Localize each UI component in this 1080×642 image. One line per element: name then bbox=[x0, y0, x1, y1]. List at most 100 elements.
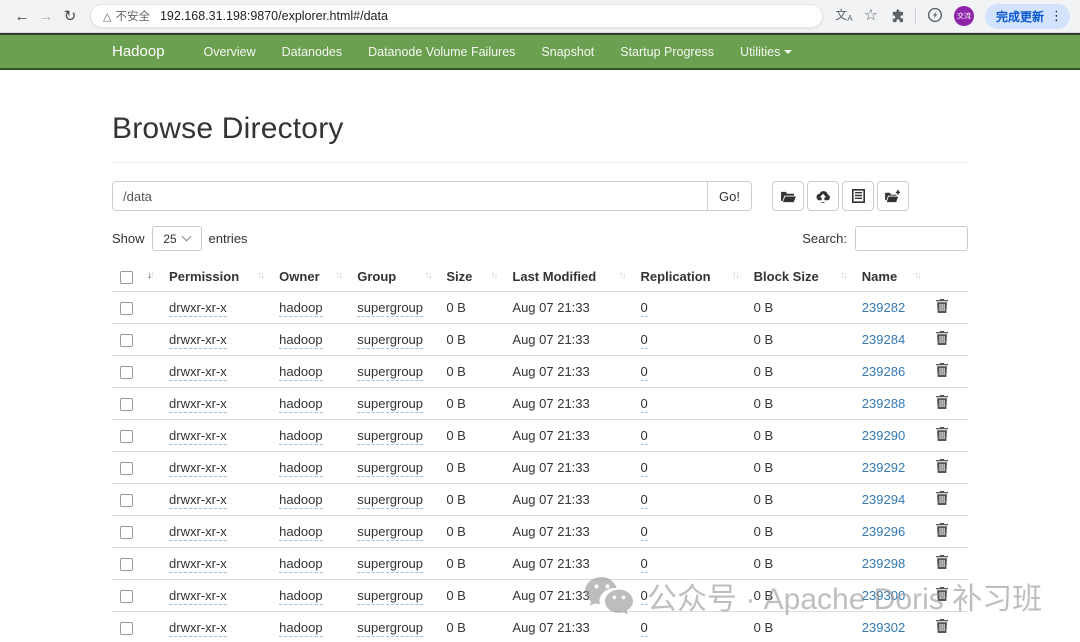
owner-value[interactable]: hadoop bbox=[279, 524, 323, 542]
file-link[interactable]: 239284 bbox=[862, 332, 905, 347]
go-button[interactable]: Go! bbox=[707, 181, 752, 211]
owner-value[interactable]: hadoop bbox=[279, 492, 323, 510]
replication-value[interactable]: 0 bbox=[640, 332, 648, 350]
nav-item-utilities[interactable]: Utilities bbox=[727, 45, 805, 59]
permission-value[interactable]: drwxr-xr-x bbox=[169, 396, 227, 414]
permission-value[interactable]: drwxr-xr-x bbox=[169, 492, 227, 510]
group-value[interactable]: supergroup bbox=[357, 620, 424, 638]
delete-button[interactable] bbox=[935, 619, 948, 636]
reload-icon[interactable]: ↻ bbox=[58, 7, 82, 25]
group-value[interactable]: supergroup bbox=[357, 588, 424, 606]
row-checkbox[interactable] bbox=[120, 494, 133, 508]
file-link[interactable]: 239290 bbox=[862, 428, 905, 443]
row-checkbox[interactable] bbox=[120, 590, 133, 604]
header-group[interactable]: Group ↑↓ bbox=[349, 262, 438, 292]
delete-button[interactable] bbox=[935, 331, 948, 348]
url-text[interactable]: 192.168.31.198:9870/explorer.html#/data bbox=[160, 9, 388, 23]
search-input[interactable] bbox=[855, 226, 968, 251]
owner-value[interactable]: hadoop bbox=[279, 556, 323, 574]
replication-value[interactable]: 0 bbox=[640, 300, 648, 318]
extensions-puzzle-icon[interactable] bbox=[889, 8, 904, 25]
delete-button[interactable] bbox=[935, 459, 948, 476]
file-link[interactable]: 239282 bbox=[862, 300, 905, 315]
delete-button[interactable] bbox=[935, 523, 948, 540]
header-owner[interactable]: Owner ↑↓ bbox=[271, 262, 349, 292]
header-name[interactable]: Name ↑↓ bbox=[854, 262, 928, 292]
row-checkbox[interactable] bbox=[120, 462, 133, 476]
cut-paste-button[interactable] bbox=[842, 181, 874, 211]
file-link[interactable]: 239294 bbox=[862, 492, 905, 507]
select-all-checkbox[interactable] bbox=[120, 271, 133, 285]
nav-item-overview[interactable]: Overview bbox=[191, 45, 269, 59]
row-checkbox[interactable] bbox=[120, 526, 133, 540]
set-quota-button[interactable] bbox=[877, 181, 909, 211]
group-value[interactable]: supergroup bbox=[357, 460, 424, 478]
permission-value[interactable]: drwxr-xr-x bbox=[169, 460, 227, 478]
create-directory-button[interactable] bbox=[772, 181, 804, 211]
bookmark-star-icon[interactable]: ☆ bbox=[864, 8, 878, 24]
owner-value[interactable]: hadoop bbox=[279, 620, 323, 638]
directory-path-input[interactable] bbox=[112, 181, 709, 211]
group-value[interactable]: supergroup bbox=[357, 332, 424, 350]
back-icon[interactable]: ← bbox=[10, 8, 34, 25]
file-link[interactable]: 239292 bbox=[862, 460, 905, 475]
file-link[interactable]: 239300 bbox=[862, 588, 905, 603]
delete-button[interactable] bbox=[935, 363, 948, 380]
replication-value[interactable]: 0 bbox=[640, 396, 648, 414]
replication-value[interactable]: 0 bbox=[640, 620, 648, 638]
replication-value[interactable]: 0 bbox=[640, 364, 648, 382]
permission-value[interactable]: drwxr-xr-x bbox=[169, 428, 227, 446]
profile-avatar[interactable]: 交流 bbox=[953, 6, 974, 26]
address-bar[interactable]: △ 不安全 192.168.31.198:9870/explorer.html#… bbox=[90, 4, 824, 28]
owner-value[interactable]: hadoop bbox=[279, 364, 323, 382]
nav-item-datanodes[interactable]: Datanodes bbox=[269, 45, 355, 59]
header-replication[interactable]: Replication ↑↓ bbox=[633, 262, 746, 292]
owner-value[interactable]: hadoop bbox=[279, 588, 323, 606]
replication-value[interactable]: 0 bbox=[640, 588, 648, 606]
permission-value[interactable]: drwxr-xr-x bbox=[169, 332, 227, 350]
group-value[interactable]: supergroup bbox=[357, 364, 424, 382]
group-value[interactable]: supergroup bbox=[357, 492, 424, 510]
delete-button[interactable] bbox=[935, 299, 948, 316]
row-checkbox[interactable] bbox=[120, 558, 133, 572]
forward-icon[interactable]: → bbox=[34, 8, 58, 25]
translate-icon[interactable]: 文A bbox=[835, 9, 852, 23]
permission-value[interactable]: drwxr-xr-x bbox=[169, 524, 227, 542]
delete-button[interactable] bbox=[935, 587, 948, 604]
permission-value[interactable]: drwxr-xr-x bbox=[169, 300, 227, 318]
replication-value[interactable]: 0 bbox=[640, 556, 648, 574]
row-checkbox[interactable] bbox=[120, 366, 133, 380]
header-last-modified[interactable]: Last Modified ↑↓ bbox=[504, 262, 632, 292]
header-permission[interactable]: Permission ↑↓ bbox=[161, 262, 271, 292]
group-value[interactable]: supergroup bbox=[357, 556, 424, 574]
header-block-size[interactable]: Block Size ↑↓ bbox=[746, 262, 854, 292]
delete-button[interactable] bbox=[935, 491, 948, 508]
nav-item-datanode-volume-failures[interactable]: Datanode Volume Failures bbox=[355, 45, 528, 59]
header-size[interactable]: Size ↑↓ bbox=[438, 262, 504, 292]
security-label[interactable]: 不安全 bbox=[115, 8, 150, 24]
delete-button[interactable] bbox=[935, 395, 948, 412]
permission-value[interactable]: drwxr-xr-x bbox=[169, 588, 227, 606]
select-all-header[interactable]: ↓↑ bbox=[112, 262, 161, 292]
row-checkbox[interactable] bbox=[120, 398, 133, 412]
replication-value[interactable]: 0 bbox=[640, 428, 648, 446]
group-value[interactable]: supergroup bbox=[357, 428, 424, 446]
nav-item-snapshot[interactable]: Snapshot bbox=[528, 45, 607, 59]
delete-button[interactable] bbox=[935, 427, 948, 444]
row-checkbox[interactable] bbox=[120, 622, 133, 636]
owner-value[interactable]: hadoop bbox=[279, 332, 323, 350]
chrome-update-button[interactable]: 完成更新 ⋮ bbox=[984, 3, 1070, 29]
entries-select[interactable]: 25 bbox=[151, 226, 202, 251]
file-link[interactable]: 239296 bbox=[862, 524, 905, 539]
permission-value[interactable]: drwxr-xr-x bbox=[169, 556, 227, 574]
permission-value[interactable]: drwxr-xr-x bbox=[169, 364, 227, 382]
owner-value[interactable]: hadoop bbox=[279, 428, 323, 446]
row-checkbox[interactable] bbox=[120, 302, 133, 316]
extension-leaf-icon[interactable] bbox=[927, 7, 943, 25]
row-checkbox[interactable] bbox=[120, 334, 133, 348]
group-value[interactable]: supergroup bbox=[357, 524, 424, 542]
replication-value[interactable]: 0 bbox=[640, 460, 648, 478]
group-value[interactable]: supergroup bbox=[357, 396, 424, 414]
replication-value[interactable]: 0 bbox=[640, 524, 648, 542]
owner-value[interactable]: hadoop bbox=[279, 460, 323, 478]
